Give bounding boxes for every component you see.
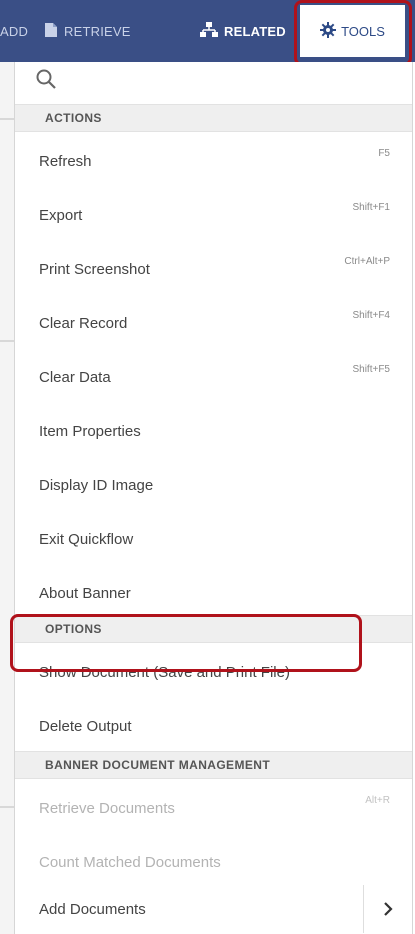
shortcut-hint: F5 xyxy=(378,148,390,159)
add-menu[interactable]: ADD xyxy=(0,0,28,62)
menu-item-label: Print Screenshot xyxy=(39,260,150,278)
related-label: RELATED xyxy=(224,23,286,39)
menu-item-label: Clear Data xyxy=(39,368,111,386)
menu-item-label: About Banner xyxy=(39,584,131,602)
divider xyxy=(0,340,14,342)
menu-item-label: Count Matched Documents xyxy=(39,853,221,871)
menu-item-label: Add Documents xyxy=(39,900,146,918)
show-document-highlight-box xyxy=(10,614,362,672)
menu-item-label: Refresh xyxy=(39,152,92,170)
menu-item-label: Exit Quickflow xyxy=(39,530,134,548)
menu-item-item-properties[interactable]: Item Properties xyxy=(15,404,412,458)
related-menu[interactable]: RELATED xyxy=(200,0,286,62)
divider xyxy=(0,118,14,120)
retrieve-menu[interactable]: RETRIEVE xyxy=(44,0,131,62)
tools-dropdown-menu: ACTIONS Refresh F5 Export Shift+F1 Print… xyxy=(14,62,413,934)
add-label: ADD xyxy=(0,23,29,39)
menu-item-label: Item Properties xyxy=(39,422,141,440)
shortcut-hint: Shift+F4 xyxy=(352,310,390,321)
shortcut-hint: Shift+F5 xyxy=(352,364,390,375)
menu-item-count-matched-documents: Count Matched Documents xyxy=(15,835,412,889)
menu-item-label: Retrieve Documents xyxy=(39,799,175,817)
background-strip xyxy=(0,62,14,934)
shortcut-hint: Shift+F1 xyxy=(352,202,390,213)
submenu-toggle[interactable] xyxy=(363,885,412,933)
section-header-actions: ACTIONS xyxy=(15,104,412,132)
shortcut-hint: Alt+R xyxy=(365,795,390,806)
menu-item-clear-data[interactable]: Clear Data Shift+F5 xyxy=(15,350,412,404)
menu-item-add-documents[interactable]: Add Documents xyxy=(15,885,412,933)
tools-highlight-box xyxy=(294,0,412,66)
menu-item-label: Display ID Image xyxy=(39,476,154,494)
divider xyxy=(0,806,14,808)
menu-item-print-screenshot[interactable]: Print Screenshot Ctrl+Alt+P xyxy=(15,242,412,296)
menu-item-retrieve-documents: Retrieve Documents Alt+R xyxy=(15,781,412,835)
menu-item-export[interactable]: Export Shift+F1 xyxy=(15,188,412,242)
top-toolbar: ADD RETRIEVE RELATED TOOLS xyxy=(0,0,415,66)
menu-item-label: Delete Output xyxy=(39,717,132,735)
chevron-right-icon xyxy=(384,902,393,916)
menu-item-label: Export xyxy=(39,206,83,224)
menu-item-delete-output[interactable]: Delete Output xyxy=(15,699,412,753)
section-header-document-management: BANNER DOCUMENT MANAGEMENT xyxy=(15,751,412,779)
menu-item-refresh[interactable]: Refresh F5 xyxy=(15,134,412,188)
menu-item-label: Clear Record xyxy=(39,314,128,332)
sitemap-icon xyxy=(200,21,218,41)
retrieve-label: RETRIEVE xyxy=(64,23,131,39)
menu-item-exit-quickflow[interactable]: Exit Quickflow xyxy=(15,512,412,566)
search-icon[interactable] xyxy=(35,68,57,90)
menu-item-clear-record[interactable]: Clear Record Shift+F4 xyxy=(15,296,412,350)
menu-search[interactable] xyxy=(15,62,412,102)
document-icon xyxy=(44,22,58,41)
shortcut-hint: Ctrl+Alt+P xyxy=(344,256,390,267)
menu-item-about-banner[interactable]: About Banner xyxy=(15,566,412,620)
menu-item-display-id-image[interactable]: Display ID Image xyxy=(15,458,412,512)
